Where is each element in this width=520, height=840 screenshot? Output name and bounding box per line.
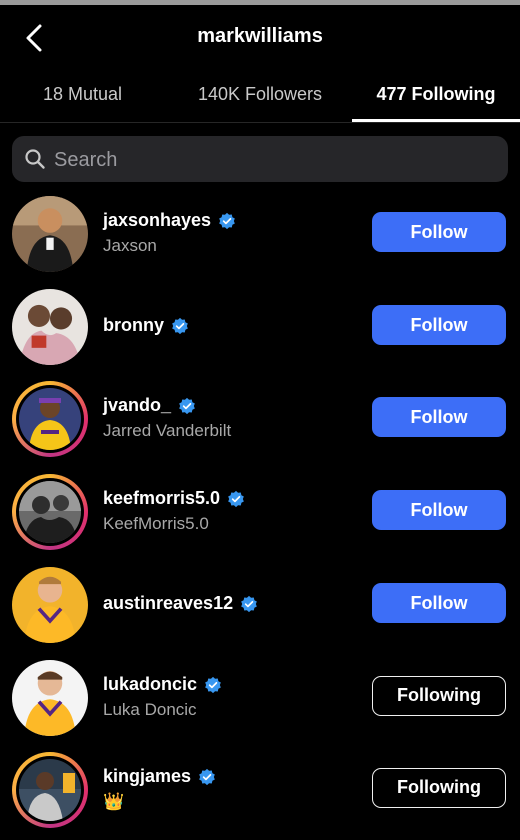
username[interactable]: jvando_	[103, 395, 171, 416]
search-icon	[25, 149, 45, 169]
verified-badge-icon	[219, 212, 235, 229]
following-button[interactable]: Following	[372, 768, 506, 808]
page-title: markwilliams	[197, 25, 323, 47]
username[interactable]: lukadoncic	[103, 674, 197, 695]
avatar[interactable]	[12, 474, 88, 550]
following-button[interactable]: Following	[372, 676, 506, 716]
full-name: Jaxson	[103, 236, 157, 255]
avatar[interactable]	[12, 381, 88, 457]
avatar[interactable]	[12, 752, 88, 828]
username[interactable]: jaxsonhayes	[103, 210, 211, 231]
tab-followers[interactable]: 140K Followers	[170, 72, 350, 122]
tab-mutual[interactable]: 18 Mutual	[0, 72, 165, 122]
avatar[interactable]	[12, 567, 88, 643]
username[interactable]: keefmorris5.0	[103, 488, 220, 509]
follow-button[interactable]: Follow	[372, 212, 506, 252]
follow-button[interactable]: Follow	[372, 490, 506, 530]
follow-button[interactable]: Follow	[372, 583, 506, 623]
list-item[interactable]: austinreaves12 Follow	[0, 563, 520, 655]
list-item[interactable]: jvando_ Jarred Vanderbilt Follow	[0, 377, 520, 469]
verified-badge-icon	[199, 768, 215, 785]
verified-badge-icon	[172, 317, 188, 334]
full-name: Luka Doncic	[103, 700, 197, 719]
list-item[interactable]: keefmorris5.0 KeefMorris5.0 Follow	[0, 470, 520, 562]
tab-bar: 18 Mutual 140K Followers 477 Following	[0, 72, 520, 123]
tab-following[interactable]: 477 Following	[352, 72, 520, 122]
avatar[interactable]	[12, 660, 88, 736]
follow-button[interactable]: Follow	[372, 397, 506, 437]
list-item[interactable]: kingjames 👑 Following	[0, 748, 520, 840]
avatar[interactable]	[12, 196, 88, 272]
full-name: Jarred Vanderbilt	[103, 421, 232, 440]
verified-badge-icon	[179, 397, 195, 414]
username[interactable]: austinreaves12	[103, 593, 233, 614]
verified-badge-icon	[228, 490, 244, 507]
top-bar: markwilliams	[0, 5, 520, 69]
verified-badge-icon	[241, 595, 257, 612]
search-bar[interactable]	[12, 136, 508, 184]
list-item[interactable]: lukadoncic Luka Doncic Following	[0, 656, 520, 748]
search-input[interactable]	[52, 136, 496, 184]
active-tab-indicator	[352, 119, 520, 122]
full-name: 👑	[103, 792, 125, 811]
username[interactable]: kingjames	[103, 766, 191, 787]
full-name: KeefMorris5.0	[103, 514, 209, 533]
username[interactable]: bronny	[103, 315, 164, 336]
list-item[interactable]: bronny Follow	[0, 285, 520, 377]
list-item[interactable]: jaxsonhayes Jaxson Follow	[0, 192, 520, 284]
follow-button[interactable]: Follow	[372, 305, 506, 345]
verified-badge-icon	[205, 676, 221, 693]
avatar[interactable]	[12, 289, 88, 365]
